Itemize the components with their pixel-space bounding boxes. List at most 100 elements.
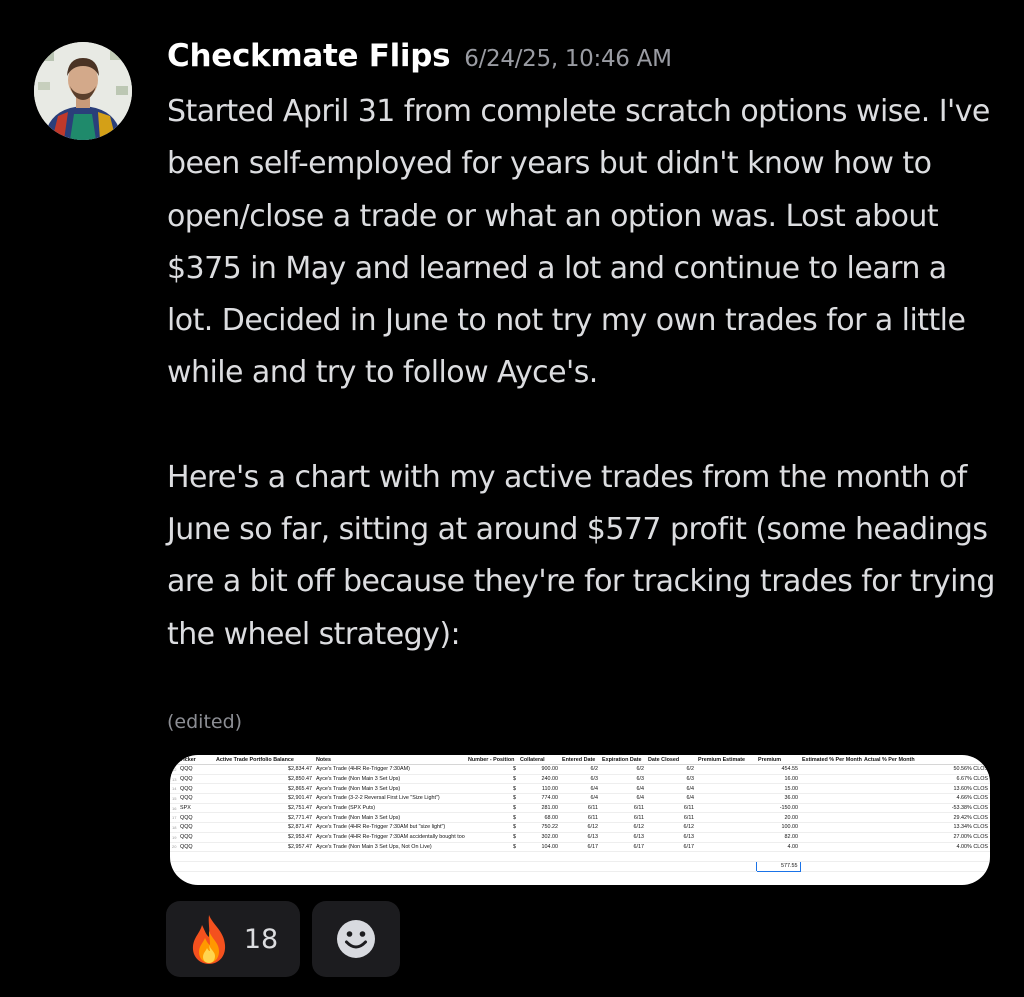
message-paragraph: Started April 31 from complete scratch o… [167, 94, 990, 391]
message-timestamp[interactable]: 6/24/25, 10:46 AM [464, 46, 672, 72]
empty-cell [696, 851, 756, 862]
notes-cell: Ayce's Trade (Non Main 3 Set Ups, Not On… [314, 842, 466, 853]
premium-cell: 4.00 [756, 842, 800, 853]
empty-cell [800, 861, 862, 872]
entered-date-cell: 6/11 [560, 803, 600, 814]
column-header: Date Closed [646, 755, 696, 765]
entered-date-cell: 6/17 [560, 842, 600, 853]
empty-cell [170, 851, 178, 862]
estimated-percent-cell [800, 803, 862, 814]
collateral-cell: 774.00 [518, 793, 560, 804]
currency-cell: $ [466, 842, 518, 853]
premium-cell: -150.00 [756, 803, 800, 814]
date-closed-cell: 6/2 [646, 764, 696, 775]
row-number: 20 [170, 842, 178, 853]
premium-cell: 16.00 [756, 774, 800, 785]
message-body: Started April 31 from complete scratch o… [167, 86, 997, 661]
currency-cell: $ [466, 793, 518, 804]
estimated-percent-cell [800, 832, 862, 843]
empty-cell [466, 851, 518, 862]
expiration-date-cell: 6/2 [600, 764, 646, 775]
user-avatar[interactable] [34, 42, 132, 140]
table-row: 17 QQQ $2,771.47 Ayce's Trade (Non Main 3 S… [170, 812, 990, 824]
date-closed-cell: 6/3 [646, 774, 696, 785]
estimated-percent-cell [800, 812, 862, 824]
expiration-date-cell: 6/11 [600, 812, 646, 824]
premium-estimate-cell [696, 842, 756, 853]
collateral-cell: 302.00 [518, 832, 560, 843]
empty-cell [646, 861, 696, 872]
entered-date-cell: 6/4 [560, 793, 600, 804]
balance-cell: $2,871.47 [214, 822, 314, 833]
collateral-cell: 900.00 [518, 764, 560, 775]
ticker-cell: QQQ [178, 812, 214, 824]
date-closed-cell: 6/12 [646, 822, 696, 833]
row-number: 17 [170, 812, 178, 824]
edited-label: (edited) [167, 711, 243, 733]
table-row: 14 QQQ $2,865.47 Ayce's Trade (Non Main 3 S… [170, 783, 990, 795]
actual-percent-cell: 13.60% CLOS [862, 783, 990, 795]
notes-cell: Ayce's Trade (SPX Puts) [314, 803, 466, 814]
empty-cell [560, 861, 600, 872]
ticker-cell: QQQ [178, 842, 214, 853]
balance-cell: $2,957.47 [214, 842, 314, 853]
actual-percent-cell: 4.00% CLOS [862, 842, 990, 853]
empty-cell [170, 861, 178, 872]
notes-cell: Ayce's Trade (3-2-2 Reversal First Live … [314, 793, 466, 804]
balance-cell: $2,865.47 [214, 783, 314, 795]
actual-percent-cell: 13.34% CLOS [862, 822, 990, 833]
notes-cell: Ayce's Trade (Non Main 3 Set Ups) [314, 783, 466, 795]
date-closed-cell: 6/4 [646, 783, 696, 795]
estimated-percent-cell [800, 793, 862, 804]
empty-cell [696, 861, 756, 872]
table-row: 20 QQQ $2,957.47 Ayce's Trade (Non Main 3 S… [170, 842, 990, 853]
total-row: 577.55 [170, 860, 990, 872]
column-header: Actual % Per Month [862, 755, 990, 765]
currency-cell: $ [466, 764, 518, 775]
notes-cell: Ayce's Trade (Non Main 3 Set Ups) [314, 774, 466, 785]
fire-reaction-button[interactable]: 18 [166, 901, 300, 977]
expiration-date-cell: 6/11 [600, 803, 646, 814]
row-number: 12 [170, 764, 178, 775]
row-number: 16 [170, 803, 178, 814]
date-closed-cell: 6/13 [646, 832, 696, 843]
empty-cell [178, 861, 214, 872]
reaction-count: 18 [243, 923, 279, 955]
row-number: 15 [170, 793, 178, 804]
notes-cell: Ayce's Trade (4HR Re-Trigger 7:30AM acci… [314, 832, 466, 843]
balance-cell: $2,850.47 [214, 774, 314, 785]
table-row: 12 QQQ $2,834.47 Ayce's Trade (4HR Re-Trigg… [170, 764, 990, 775]
premium-cell: 82.00 [756, 832, 800, 843]
estimated-percent-cell [800, 822, 862, 833]
premium-cell: 15.00 [756, 783, 800, 795]
premium-cell: 20.00 [756, 812, 800, 824]
column-header: Estimated % Per Month [800, 755, 862, 765]
actual-percent-cell: 6.67% CLOS [862, 774, 990, 785]
collateral-cell: 68.00 [518, 812, 560, 824]
column-header [170, 755, 178, 765]
table-row: 15 QQQ $2,901.47 Ayce's Trade (3-2-2 Revers… [170, 793, 990, 804]
entered-date-cell: 6/3 [560, 774, 600, 785]
fire-icon [192, 915, 225, 964]
author-name[interactable]: Checkmate Flips [167, 38, 451, 74]
expiration-date-cell: 6/3 [600, 774, 646, 785]
add-reaction-button[interactable] [312, 901, 400, 977]
empty-cell [646, 851, 696, 862]
collateral-cell: 110.00 [518, 783, 560, 795]
expiration-date-cell: 6/17 [600, 842, 646, 853]
premium-cell: 454.55 [756, 764, 800, 775]
column-header: Active Trade Portfolio Balance [214, 755, 314, 765]
table-row: 19 QQQ $2,953.47 Ayce's Trade (4HR Re-Trigg… [170, 832, 990, 843]
actual-percent-cell: -53.38% CLOS [862, 803, 990, 814]
image-attachment[interactable]: Ticker Active Trade Portfolio Balance No… [170, 755, 990, 885]
actual-percent-cell: 27.00% CLOS [862, 832, 990, 843]
empty-cell [518, 851, 560, 862]
ticker-cell: QQQ [178, 764, 214, 775]
ticker-cell: SPX [178, 803, 214, 814]
premium-estimate-cell [696, 774, 756, 785]
date-closed-cell: 6/11 [646, 803, 696, 814]
entered-date-cell: 6/12 [560, 822, 600, 833]
empty-cell [214, 851, 314, 862]
collateral-cell: 750.22 [518, 822, 560, 833]
premium-total-cell: 577.55 [755, 860, 801, 872]
